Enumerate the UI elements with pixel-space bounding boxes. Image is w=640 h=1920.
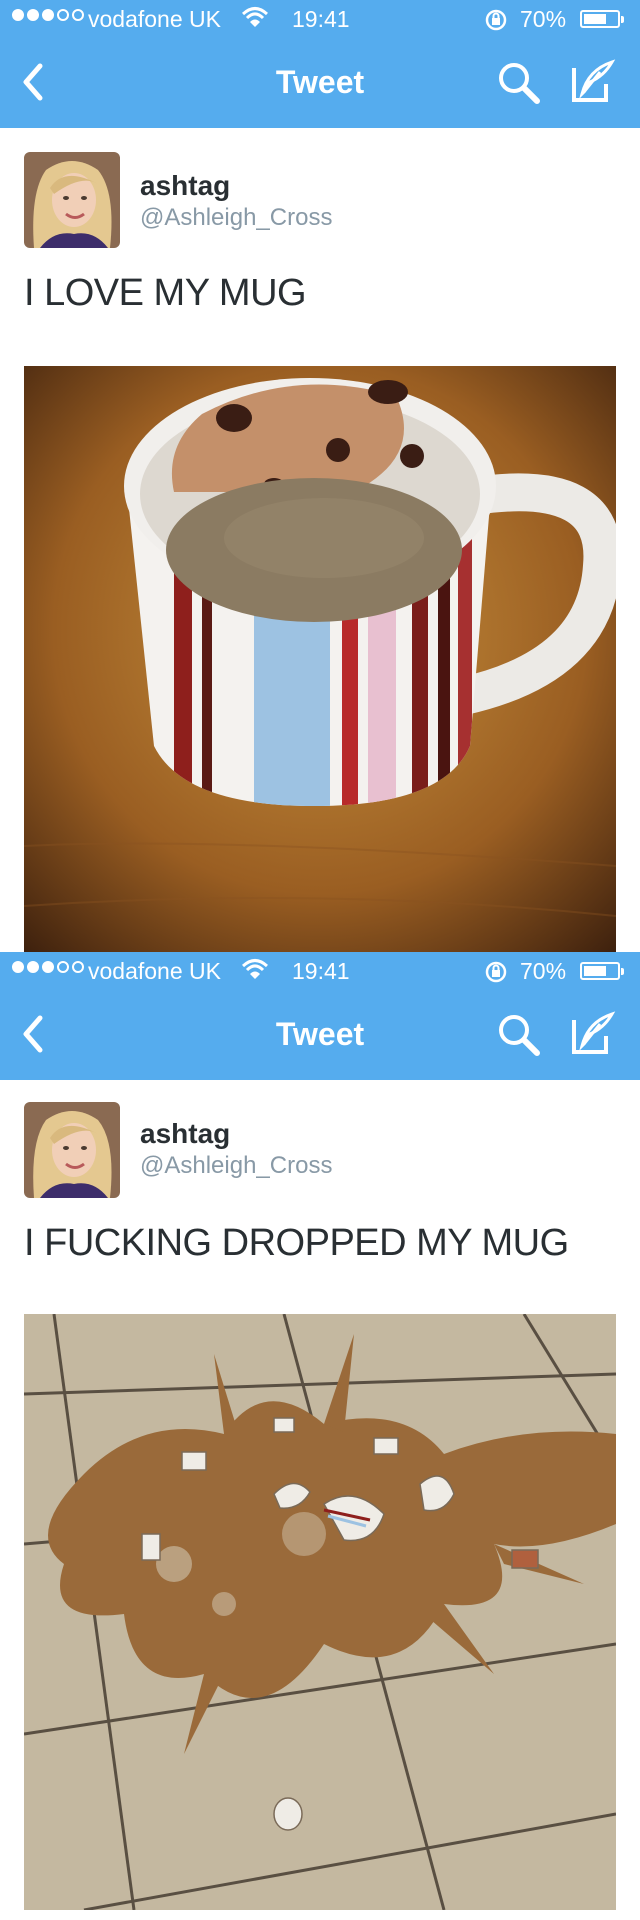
battery-fill	[584, 14, 606, 24]
nav-bar: Tweet	[0, 992, 640, 1080]
compose-icon[interactable]	[570, 58, 616, 104]
tweet-text: I FUCKING DROPPED MY MUG	[24, 1222, 569, 1264]
search-icon[interactable]	[496, 1012, 540, 1056]
signal-dot	[57, 9, 69, 21]
user-handle[interactable]: @Ashleigh_Cross	[140, 204, 332, 232]
signal-dot	[57, 961, 69, 973]
signal-dot	[27, 961, 39, 973]
battery-icon	[580, 962, 624, 980]
signal-dots	[12, 9, 84, 21]
nav-bar: Tweet	[0, 40, 640, 128]
user-name[interactable]: ashtag	[140, 1118, 230, 1150]
top-bar: vodafone UK 19:41 70% Tweet	[0, 0, 640, 128]
tweet-text: I LOVE MY MUG	[24, 272, 307, 314]
tweet-photo-broken-mug[interactable]	[24, 1314, 616, 1910]
signal-dot	[72, 9, 84, 21]
carrier-label: vodafone UK	[88, 6, 221, 32]
tweet-screen-1: vodafone UK 19:41 70% Tweet ashtag @Ashl…	[0, 0, 640, 952]
clock: 19:41	[292, 958, 350, 984]
top-bar: vodafone UK 19:41 70% Tweet	[0, 952, 640, 1080]
nav-title: Tweet	[275, 1016, 365, 1052]
signal-dot	[12, 961, 24, 973]
clock: 19:41	[292, 6, 350, 32]
rotation-lock-icon	[485, 961, 507, 983]
signal-dot	[72, 961, 84, 973]
signal-dot	[12, 9, 24, 21]
signal-dot	[42, 9, 54, 21]
wifi-icon	[242, 7, 268, 27]
avatar[interactable]	[24, 152, 120, 248]
nav-title: Tweet	[275, 64, 365, 100]
signal-dot	[42, 961, 54, 973]
status-bar: vodafone UK 19:41 70%	[0, 952, 640, 992]
tweet-photo-mug[interactable]	[24, 366, 616, 952]
signal-dot	[27, 9, 39, 21]
battery-icon	[580, 10, 624, 28]
wifi-icon	[242, 959, 268, 979]
user-handle[interactable]: @Ashleigh_Cross	[140, 1152, 332, 1180]
carrier-label: vodafone UK	[88, 958, 221, 984]
search-icon[interactable]	[496, 60, 540, 104]
rotation-lock-icon	[485, 9, 507, 31]
user-name[interactable]: ashtag	[140, 170, 230, 202]
battery-fill	[584, 966, 606, 976]
battery-percent: 70%	[520, 958, 567, 984]
avatar[interactable]	[24, 1102, 120, 1198]
signal-dots	[12, 961, 84, 973]
compose-icon[interactable]	[570, 1010, 616, 1056]
tweet-screen-2: vodafone UK 19:41 70% Tweet ashtag @Ashl…	[0, 952, 640, 1920]
battery-percent: 70%	[520, 6, 567, 32]
status-bar: vodafone UK 19:41 70%	[0, 0, 640, 40]
